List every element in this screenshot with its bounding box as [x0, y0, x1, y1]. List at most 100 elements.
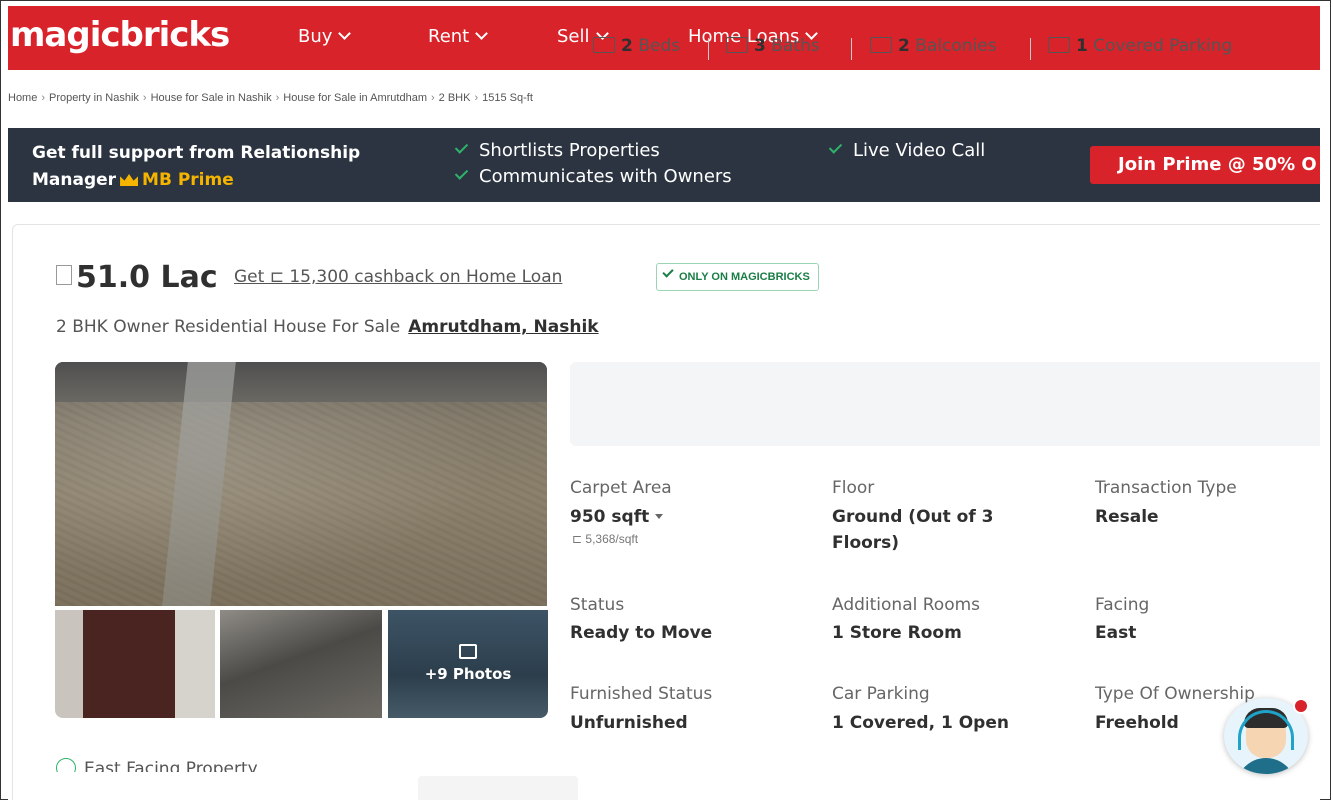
car-icon — [1048, 37, 1070, 53]
additional-rooms-label: Additional Rooms — [832, 595, 981, 615]
furnished-status-label: Furnished Status — [570, 684, 713, 704]
bottom-tab[interactable] — [418, 776, 578, 800]
balcony-icon — [870, 37, 892, 53]
breadcrumb-2bhk[interactable]: 2 BHK — [439, 92, 471, 104]
chevron-down-icon — [338, 27, 352, 40]
breadcrumb-separator: › — [41, 92, 46, 104]
beds-count: 2 — [621, 36, 633, 56]
magicbricks-logo[interactable]: magicbricks — [10, 15, 230, 55]
breadcrumb-property-in-nashik[interactable]: Property in Nashik — [49, 92, 139, 104]
east-facing-tag: East Facing Property — [56, 758, 258, 772]
check-icon — [828, 140, 843, 154]
check-icon — [454, 166, 469, 180]
status-label: Status — [570, 595, 625, 615]
amenity-divider — [1030, 38, 1031, 60]
prime-banner-text: Get full support from Relationship Manag… — [32, 140, 360, 194]
breadcrumb-house-for-sale-nashik[interactable]: House for Sale in Nashik — [151, 92, 272, 104]
property-price: 51.0 Lac — [76, 260, 218, 295]
cashback-link[interactable]: Get ⊏ 15,300 cashback on Home Loan — [234, 267, 562, 287]
photo-thumbnail-door[interactable] — [55, 610, 215, 718]
prime-banner-line1: Get full support from Relationship — [32, 143, 361, 163]
bed-icon — [593, 37, 615, 53]
furnished-status-value: Unfurnished — [570, 713, 688, 733]
main-property-photo[interactable] — [55, 362, 547, 606]
breadcrumb-separator: › — [474, 92, 479, 104]
page: magicbricks Buy Rent Sell Home Loans Hom… — [8, 6, 1320, 800]
more-photos-thumbnail[interactable]: +9 Photos — [388, 610, 548, 718]
chevron-down-icon — [475, 27, 489, 40]
parking-label: Covered Parking — [1093, 36, 1233, 56]
crown-icon — [120, 174, 139, 186]
carpet-area-label: Carpet Area — [570, 478, 672, 498]
ownership-type-value: Freehold — [1095, 713, 1179, 733]
avatar-body — [1236, 758, 1296, 774]
balconies-count: 2 — [898, 36, 910, 56]
breadcrumb-separator: › — [430, 92, 435, 104]
floor-value: Ground (Out of 3 Floors) — [832, 507, 994, 553]
prime-banner-line2: Manager MB Prime — [32, 167, 360, 194]
property-type: 2 BHK Owner Residential House For Sale — [56, 317, 401, 337]
price-row: 51.0 Lac — [56, 260, 218, 295]
carpet-area-value[interactable]: 950 sqft — [570, 504, 664, 530]
car-parking-value: 1 Covered, 1 Open — [832, 713, 1009, 733]
only-on-magicbricks-badge: ONLY ON MAGICBRICKS — [656, 263, 819, 291]
badge-label: ONLY ON MAGICBRICKS — [679, 271, 810, 283]
amenity-divider — [708, 38, 709, 60]
property-location-link[interactable]: Amrutdham, Nashik — [408, 317, 598, 337]
mb-prime-label: MB Prime — [142, 170, 234, 190]
compass-icon — [56, 758, 76, 772]
breadcrumb-separator: › — [275, 92, 280, 104]
amenity-beds: 2 Beds — [593, 36, 680, 56]
transaction-type-value: Resale — [1095, 507, 1159, 527]
check-icon — [454, 140, 469, 154]
status-value: Ready to Move — [570, 623, 713, 643]
photo-thumbnail-kitchen[interactable] — [220, 610, 382, 718]
baths-label: Baths — [771, 36, 820, 56]
floor-label: Floor — [832, 478, 875, 498]
caret-down-icon — [655, 514, 664, 519]
join-prime-button[interactable]: Join Prime @ 50% O — [1090, 146, 1320, 184]
beds-label: Beds — [638, 36, 681, 56]
amenity-parking: 1 Covered Parking — [1048, 36, 1232, 56]
feature-shortlists: Shortlists Properties — [454, 140, 660, 161]
amenity-balconies: 2 Balconies — [870, 36, 997, 56]
property-subtitle: 2 BHK Owner Residential House For Sale Am… — [56, 317, 599, 337]
feature-communicates: Communicates with Owners — [454, 166, 732, 187]
feature-video-call: Live Video Call — [828, 140, 985, 161]
nav-rent[interactable]: Rent — [428, 26, 489, 47]
nav-sell-label: Sell — [557, 26, 590, 47]
rupee-icon — [56, 265, 72, 285]
feature-shortlists-label: Shortlists Properties — [479, 140, 660, 161]
parking-count: 1 — [1076, 36, 1088, 56]
more-photos-label: +9 Photos — [424, 665, 512, 683]
breadcrumb-house-for-sale-amrutdham[interactable]: House for Sale in Amrutdham — [283, 92, 427, 104]
bath-icon — [726, 37, 748, 53]
breadcrumb-separator: › — [142, 92, 147, 104]
amenity-baths: 3 Baths — [726, 36, 820, 56]
price-per-sqft: ⊏ 5,368/sqft — [572, 532, 639, 546]
east-facing-label: East Facing Property — [84, 759, 258, 772]
notification-dot — [1293, 698, 1309, 714]
car-parking-label: Car Parking — [832, 684, 930, 704]
amenities-bar — [570, 362, 1320, 446]
nav-buy-label: Buy — [298, 26, 333, 47]
facing-value: East — [1095, 623, 1137, 643]
amenity-divider — [851, 38, 852, 60]
nav-rent-label: Rent — [428, 26, 470, 47]
ownership-type-label: Type Of Ownership — [1095, 684, 1255, 704]
feature-communicates-label: Communicates with Owners — [479, 166, 732, 187]
baths-count: 3 — [754, 36, 766, 56]
facing-label: Facing — [1095, 595, 1150, 615]
check-icon — [662, 266, 674, 278]
camera-icon — [459, 644, 477, 659]
photo-wall — [55, 362, 547, 402]
transaction-type-label: Transaction Type — [1095, 478, 1237, 498]
breadcrumb-current: 1515 Sq-ft — [482, 92, 533, 104]
breadcrumb: Home › Property in Nashik › House for Sale i… — [8, 92, 533, 104]
balconies-label: Balconies — [915, 36, 997, 56]
breadcrumb-home[interactable]: Home — [8, 92, 37, 104]
prime-banner-manager: Manager — [32, 170, 117, 190]
nav-buy[interactable]: Buy — [298, 26, 352, 47]
prime-banner: Get full support from Relationship Manag… — [8, 128, 1320, 202]
carpet-area-text: 950 sqft — [570, 507, 650, 527]
